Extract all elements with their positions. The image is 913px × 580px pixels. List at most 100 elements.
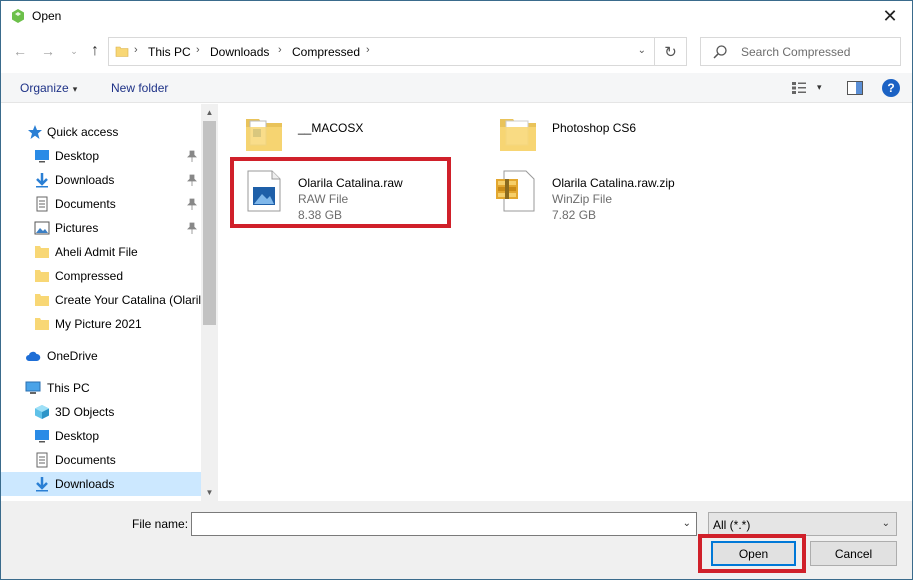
forward-button[interactable]: →: [39, 42, 57, 60]
documents-icon: [36, 196, 48, 212]
pin-icon: [187, 150, 197, 162]
documents-icon: [36, 452, 48, 468]
sidebar-item-quick-access[interactable]: Quick access: [1, 120, 201, 144]
sidebar-item-label: OneDrive: [47, 349, 98, 363]
sidebar-item-3d-objects[interactable]: 3D Objects: [1, 400, 201, 424]
breadcrumb-compressed[interactable]: Compressed: [292, 45, 360, 59]
scroll-up-icon[interactable]: ▲: [201, 104, 218, 121]
preview-pane-icon[interactable]: [847, 81, 863, 95]
file-item-macosx[interactable]: __MACOSX: [240, 109, 480, 157]
up-button[interactable]: ↑: [86, 42, 104, 60]
sidebar-item-label: My Picture 2021: [55, 317, 142, 331]
navigation-bar: ← → ⌄ ↑ › This PC › Downloads › Compress…: [1, 34, 912, 70]
caret-down-icon: ▾: [72, 84, 78, 94]
search-icon: [713, 45, 727, 59]
sidebar-item-create-your-catalina[interactable]: Create Your Catalina (Olarila: [1, 288, 208, 312]
window-title: Open: [32, 9, 62, 23]
sidebar-item-label: Documents: [55, 453, 116, 467]
recent-locations-button[interactable]: ⌄: [65, 42, 83, 60]
breadcrumb-separator[interactable]: ›: [278, 44, 282, 56]
sidebar-item-label: Create Your Catalina (Olarila: [55, 293, 208, 307]
file-type-filter[interactable]: All (*.*) ⌄: [708, 512, 897, 536]
chevron-down-icon: ⌄: [70, 45, 78, 56]
cancel-button[interactable]: Cancel: [810, 541, 897, 566]
desktop-icon: [35, 150, 49, 163]
sidebar-item-documents[interactable]: Documents: [1, 192, 201, 216]
sidebar-item-label: Quick access: [47, 125, 119, 139]
refresh-button[interactable]: ↻: [655, 37, 687, 66]
new-folder-button[interactable]: New folder: [111, 81, 168, 95]
sidebar-item-pictures[interactable]: Pictures: [1, 216, 201, 240]
computer-icon: [25, 381, 41, 394]
folder-icon: [35, 294, 49, 306]
pin-icon: [187, 174, 197, 186]
breadcrumb-separator: ›: [134, 44, 138, 56]
folder-icon: [246, 119, 282, 151]
file-item-photoshop-cs6[interactable]: Photoshop CS6: [494, 109, 734, 157]
breadcrumb-separator[interactable]: ›: [366, 44, 370, 56]
file-name: Olarila Catalina.raw.zip: [552, 176, 675, 190]
file-list: __MACOSX Photoshop CS6 Olarila Catalina.…: [218, 104, 912, 501]
star-icon: [28, 125, 42, 139]
zip-file-icon: [496, 170, 535, 212]
pin-icon: [187, 222, 197, 234]
cloud-icon: [26, 351, 41, 361]
file-type: WinZip File: [552, 192, 613, 206]
sidebar-scrollbar[interactable]: ▲ ▼: [201, 104, 218, 501]
file-item-olarila-catalina-zip[interactable]: Olarila Catalina.raw.zip WinZip File 7.8…: [494, 167, 734, 222]
bottom-panel: File name: ⌄ All (*.*) ⌄ Open Cancel: [1, 501, 912, 579]
organize-button[interactable]: Organize ▾: [20, 81, 77, 95]
file-name: Photoshop CS6: [552, 121, 637, 135]
sidebar-item-desktop[interactable]: Desktop: [1, 144, 201, 168]
breadcrumb-separator[interactable]: ›: [196, 44, 200, 56]
search-placeholder: Search Compressed: [741, 45, 851, 59]
file-name-input[interactable]: ⌄: [191, 512, 697, 536]
folder-icon: [115, 46, 129, 57]
app-icon: [12, 9, 24, 23]
breadcrumb-this-pc[interactable]: This PC: [148, 45, 191, 59]
arrow-right-icon: →: [41, 43, 55, 59]
folder-icon: [500, 119, 536, 151]
open-dialog: Open ✕ ← → ⌄ ↑ › This PC › Downloads › C…: [0, 0, 913, 580]
scrollbar-thumb[interactable]: [203, 121, 216, 325]
sidebar-item-desktop-pc[interactable]: Desktop: [1, 424, 201, 448]
arrow-left-icon: ←: [13, 43, 27, 59]
back-button[interactable]: ←: [11, 42, 29, 60]
sidebar-item-downloads-pc[interactable]: Downloads: [1, 472, 201, 496]
sidebar-item-downloads[interactable]: Downloads: [1, 168, 201, 192]
command-toolbar: Organize ▾ New folder ▾ ?: [1, 73, 912, 103]
folder-icon: [35, 246, 49, 258]
sidebar-item-this-pc[interactable]: This PC: [1, 376, 201, 400]
scroll-down-icon[interactable]: ▼: [201, 484, 218, 501]
cube-icon: [35, 405, 49, 419]
view-options-icon[interactable]: [791, 81, 807, 95]
folder-icon: [35, 318, 49, 330]
address-bar[interactable]: › This PC › Downloads › Compressed › ⌄: [108, 37, 655, 66]
sidebar-item-aheli-admit-file[interactable]: Aheli Admit File: [1, 240, 201, 264]
pictures-icon: [34, 221, 50, 235]
sidebar-item-documents-pc[interactable]: Documents: [1, 448, 201, 472]
sidebar-item-compressed[interactable]: Compressed: [1, 264, 201, 288]
view-dropdown-icon[interactable]: ▾: [817, 82, 822, 93]
sidebar-item-label: Desktop: [55, 429, 100, 443]
search-input[interactable]: Search Compressed: [700, 37, 901, 66]
chevron-down-icon[interactable]: ⌄: [683, 518, 691, 529]
help-icon[interactable]: ?: [882, 79, 900, 97]
sidebar-item-label: Pictures: [55, 221, 99, 235]
download-icon: [36, 173, 48, 188]
close-icon: ✕: [882, 6, 898, 26]
pin-icon: [187, 198, 197, 210]
arrow-up-icon: ↑: [91, 42, 99, 59]
close-button[interactable]: ✕: [868, 1, 912, 32]
sidebar-item-label: Desktop: [55, 149, 100, 163]
sidebar-item-my-picture-2021[interactable]: My Picture 2021: [1, 312, 201, 336]
highlight-frame: [230, 157, 451, 228]
sidebar-item-onedrive[interactable]: OneDrive: [1, 344, 201, 368]
sidebar-item-label: This PC: [47, 381, 90, 395]
title-bar: Open ✕: [1, 1, 912, 32]
chevron-down-icon[interactable]: ⌄: [638, 45, 646, 56]
sidebar-item-label: Downloads: [55, 477, 115, 491]
sidebar-item-label: Downloads: [55, 173, 115, 187]
breadcrumb-downloads[interactable]: Downloads: [210, 45, 269, 59]
file-size: 7.82 GB: [552, 208, 597, 222]
